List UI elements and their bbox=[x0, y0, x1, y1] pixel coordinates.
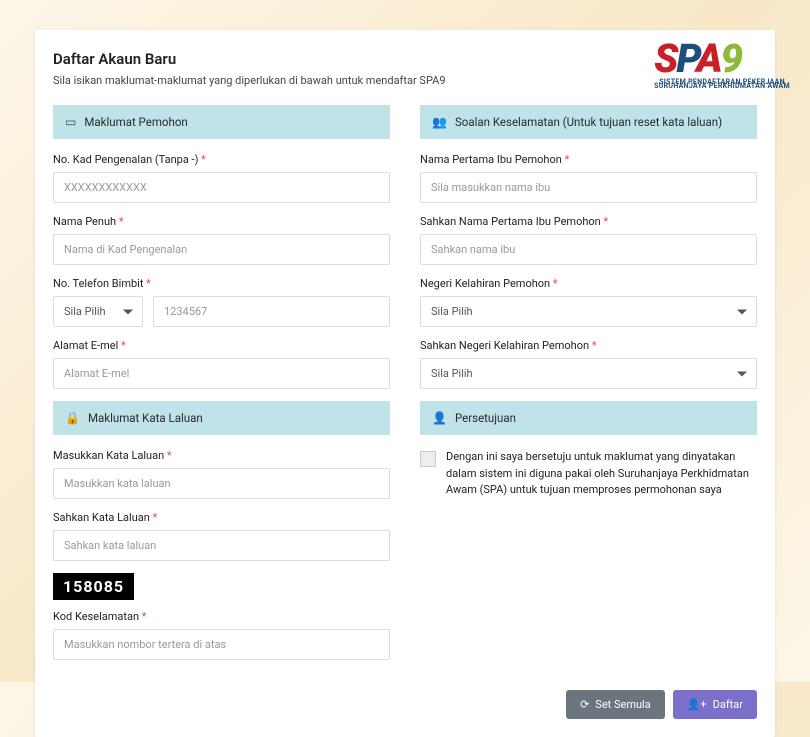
birth-state-confirm-select[interactable]: Sila Pilih bbox=[420, 358, 757, 389]
registration-card: Daftar Akaun Baru Sila isikan maklumat-m… bbox=[35, 30, 775, 737]
section-applicant-label: Maklumat Pemohon bbox=[84, 115, 187, 129]
app-logo: SPA9 SISTEM PENDAFTARAN PEKERJAAN SURUHA… bbox=[654, 35, 790, 91]
consent-text: Dengan ini saya bersetuju untuk maklumat… bbox=[446, 449, 757, 499]
phone-input[interactable] bbox=[153, 296, 390, 327]
email-label: Alamat E-mel * bbox=[53, 339, 390, 352]
section-password-label: Maklumat Kata Laluan bbox=[88, 411, 203, 425]
ic-input[interactable] bbox=[53, 172, 390, 203]
register-button[interactable]: 👤+ Daftar bbox=[673, 690, 757, 719]
state-label: Negeri Kelahiran Pemohon * bbox=[420, 277, 757, 290]
fullname-input[interactable] bbox=[53, 234, 390, 265]
lock-icon: 🔒 bbox=[65, 411, 80, 425]
captcha-label: Kod Keselamatan * bbox=[53, 610, 390, 623]
page-subtitle: Sila isikan maklumat-maklumat yang diper… bbox=[53, 74, 757, 87]
right-column: 👥 Soalan Keselamatan (Untuk tujuan reset… bbox=[420, 105, 757, 672]
mother2-label: Sahkan Nama Pertama Ibu Pemohon * bbox=[420, 215, 757, 228]
section-security-label: Soalan Keselamatan (Untuk tujuan reset k… bbox=[455, 115, 722, 129]
reset-button[interactable]: ⟳ Set Semula bbox=[566, 690, 665, 719]
section-applicant: ▭ Maklumat Pemohon bbox=[53, 105, 390, 139]
mother-name-input[interactable] bbox=[420, 172, 757, 203]
password-input[interactable] bbox=[53, 468, 390, 499]
id-card-icon: ▭ bbox=[65, 115, 76, 129]
email-input[interactable] bbox=[53, 358, 390, 389]
user-shield-icon: 👥 bbox=[432, 115, 447, 129]
consent-checkbox[interactable] bbox=[420, 451, 436, 467]
mother-name-confirm-input[interactable] bbox=[420, 234, 757, 265]
refresh-icon: ⟳ bbox=[580, 698, 589, 711]
mother-label: Nama Pertama Ibu Pemohon * bbox=[420, 153, 757, 166]
section-security: 👥 Soalan Keselamatan (Untuk tujuan reset… bbox=[420, 105, 757, 139]
section-consent-label: Persetujuan bbox=[455, 411, 516, 425]
register-button-label: Daftar bbox=[713, 698, 743, 711]
logo-subtitle-2: SURUHANJAYA PERKHIDMATAN AWAM bbox=[654, 82, 790, 90]
pwd-label: Masukkan Kata Laluan * bbox=[53, 449, 390, 462]
ic-label: No. Kad Pengenalan (Tanpa -) * bbox=[53, 153, 390, 166]
captcha-input[interactable] bbox=[53, 629, 390, 660]
section-password: 🔒 Maklumat Kata Laluan bbox=[53, 401, 390, 435]
pwd2-label: Sahkan Kata Laluan * bbox=[53, 511, 390, 524]
captcha-image: 158085 bbox=[53, 573, 134, 600]
section-consent: 👤 Persetujuan bbox=[420, 401, 757, 435]
state2-label: Sahkan Negeri Kelahiran Pemohon * bbox=[420, 339, 757, 352]
page-title: Daftar Akaun Baru bbox=[53, 50, 757, 68]
user-plus-icon: 👤+ bbox=[687, 698, 707, 711]
reset-button-label: Set Semula bbox=[595, 698, 650, 711]
birth-state-select[interactable]: Sila Pilih bbox=[420, 296, 757, 327]
phone-label: No. Telefon Bimbit * bbox=[53, 277, 390, 290]
left-column: ▭ Maklumat Pemohon No. Kad Pengenalan (T… bbox=[53, 105, 390, 672]
password-confirm-input[interactable] bbox=[53, 530, 390, 561]
user-check-icon: 👤 bbox=[432, 411, 447, 425]
phone-prefix-select[interactable]: Sila Pilih bbox=[53, 296, 143, 327]
form-actions: ⟳ Set Semula 👤+ Daftar bbox=[53, 690, 757, 719]
fullname-label: Nama Penuh * bbox=[53, 215, 390, 228]
